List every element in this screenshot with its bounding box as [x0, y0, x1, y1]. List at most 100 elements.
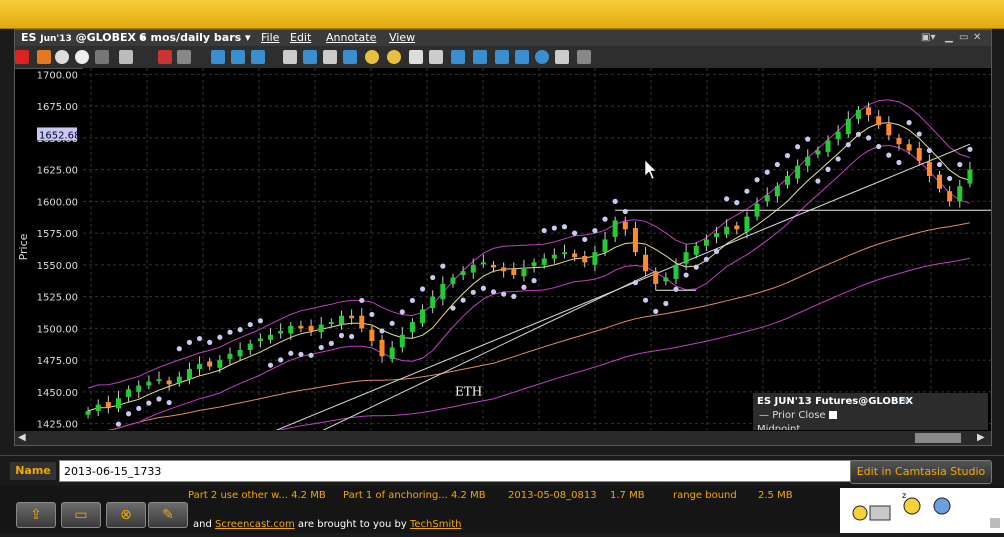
sar-dot	[511, 293, 517, 299]
sar-dot	[876, 143, 882, 150]
undo-icon[interactable]	[211, 50, 225, 64]
zoom-box-icon[interactable]	[409, 50, 423, 64]
crosshair-line-icon[interactable]	[95, 50, 109, 64]
settings-button[interactable]: ✎	[148, 502, 188, 528]
save-button[interactable]: ▭	[61, 502, 101, 528]
recording-name-input[interactable]	[59, 460, 851, 482]
bar-icon[interactable]	[177, 50, 191, 64]
candle-body	[531, 262, 537, 267]
close-icon[interactable]	[982, 8, 994, 20]
y-tick-label: 1525.00	[37, 293, 78, 304]
cursor-icon[interactable]	[37, 50, 51, 64]
scroll-right-arrow-icon[interactable]: ▶	[977, 432, 985, 443]
chart-horizontal-scrollbar[interactable]: ◀ ▶	[15, 431, 991, 445]
minimize-icon[interactable]	[918, 8, 930, 20]
sar-dot	[815, 178, 821, 184]
scroll-right-icon[interactable]	[251, 50, 265, 64]
candle-body	[866, 107, 872, 115]
sar-dot	[957, 161, 963, 168]
eth-annotation[interactable]: ETH	[455, 385, 482, 399]
symbol-selector[interactable]: ES Jun'13 @GLOBEX ▾	[21, 31, 145, 44]
sar-dot	[409, 297, 416, 304]
file-item[interactable]: Part 1 of anchoring... 4.2 MB	[343, 490, 486, 501]
candle-body	[784, 175, 790, 185]
file-item[interactable]: Part 2 use other w... 4.2 MB	[188, 490, 326, 501]
candle-body	[338, 315, 344, 325]
sar-dot	[490, 289, 497, 295]
file-item[interactable]: range bound	[673, 490, 737, 501]
window-menu-icon[interactable]: ▣▾	[921, 32, 935, 43]
sar-dot	[561, 224, 568, 230]
sar-dot	[805, 136, 811, 142]
legend-settings-icon[interactable]: ✎	[901, 396, 909, 407]
file-size: 2.5 MB	[758, 490, 793, 501]
candle-body	[967, 169, 973, 184]
pointer-icon[interactable]	[429, 50, 443, 64]
indicators-icon[interactable]	[303, 50, 317, 64]
y-tick-label: 1550.00	[37, 261, 78, 272]
candle-body	[876, 116, 882, 126]
window-minimize-icon[interactable]: ▁	[945, 32, 953, 43]
window-restore-icon[interactable]: ▭	[959, 32, 968, 43]
prior-close-checkbox[interactable]	[828, 411, 837, 419]
sar-dot	[592, 227, 598, 234]
candle-body	[612, 220, 618, 237]
sar-dot	[460, 297, 466, 303]
menu-edit[interactable]: Edit	[290, 31, 311, 44]
candle-body	[399, 334, 405, 348]
window-close-icon[interactable]: ✕	[973, 32, 981, 43]
maximize-icon[interactable]	[950, 8, 962, 20]
circle-icon[interactable]	[75, 50, 89, 64]
magnet-icon[interactable]	[343, 50, 357, 64]
y-tick-label: 1450.00	[37, 388, 78, 399]
scroll-thumb[interactable]	[915, 433, 961, 443]
crosshair-icon[interactable]	[15, 50, 29, 64]
file-item[interactable]: 2013-05-08_0813	[508, 490, 597, 501]
template-icon[interactable]	[473, 50, 487, 64]
draw-icon[interactable]	[158, 50, 172, 64]
techsmith-link[interactable]: TechSmith	[410, 519, 462, 530]
candle-body	[643, 254, 649, 272]
candle-body	[237, 349, 243, 357]
sar-dot	[440, 263, 446, 269]
candle-body	[268, 334, 274, 340]
candle-body	[673, 264, 679, 279]
candle-body	[105, 402, 111, 408]
redo-icon[interactable]	[283, 50, 297, 64]
study-icon[interactable]	[495, 50, 509, 64]
candle-body	[126, 389, 132, 397]
toolbar-dropdown-icon[interactable]	[577, 50, 591, 64]
candle-body	[805, 156, 811, 166]
zoom-out-icon[interactable]	[387, 50, 401, 64]
scroll-left-arrow-icon[interactable]: ◀	[18, 432, 26, 443]
layout-icon[interactable]	[119, 50, 133, 64]
candle-body	[632, 228, 638, 253]
candle-body	[420, 309, 426, 324]
delete-button[interactable]: ⊗	[106, 502, 146, 528]
sar-dot	[288, 350, 294, 356]
edit-in-camtasia-button[interactable]: Edit in Camtasia Studio	[850, 460, 992, 484]
screencast-link[interactable]: Screencast.com	[215, 519, 295, 530]
scroll-left-icon[interactable]	[231, 50, 245, 64]
upload-button[interactable]: ⇪	[16, 502, 56, 528]
text-tool-icon[interactable]	[451, 50, 465, 64]
candle-body	[480, 262, 486, 265]
menu-file[interactable]: File	[261, 31, 279, 44]
candle-body	[926, 161, 932, 176]
menu-view[interactable]: View	[389, 31, 415, 44]
compare-icon[interactable]	[515, 50, 529, 64]
refresh-icon[interactable]	[535, 50, 549, 64]
period-selector[interactable]: 6 mos/daily bars ▾	[139, 31, 251, 44]
candle-body	[197, 363, 203, 370]
price-chart[interactable]: 1700.001675.001650.001625.001600.001575.…	[15, 68, 991, 430]
line-tool-icon[interactable]	[323, 50, 337, 64]
sar-dot	[450, 305, 456, 311]
globe-icon[interactable]	[55, 50, 69, 64]
file-size: 1.7 MB	[610, 490, 645, 501]
menu-annotate[interactable]: Annotate	[326, 31, 376, 44]
sar-dot	[419, 286, 426, 292]
smiley-ad-icon[interactable]: z	[840, 488, 1004, 533]
wrench-icon[interactable]	[555, 50, 569, 64]
techsmith-ad-panel: z	[840, 488, 1004, 533]
zoom-in-icon[interactable]	[365, 50, 379, 64]
